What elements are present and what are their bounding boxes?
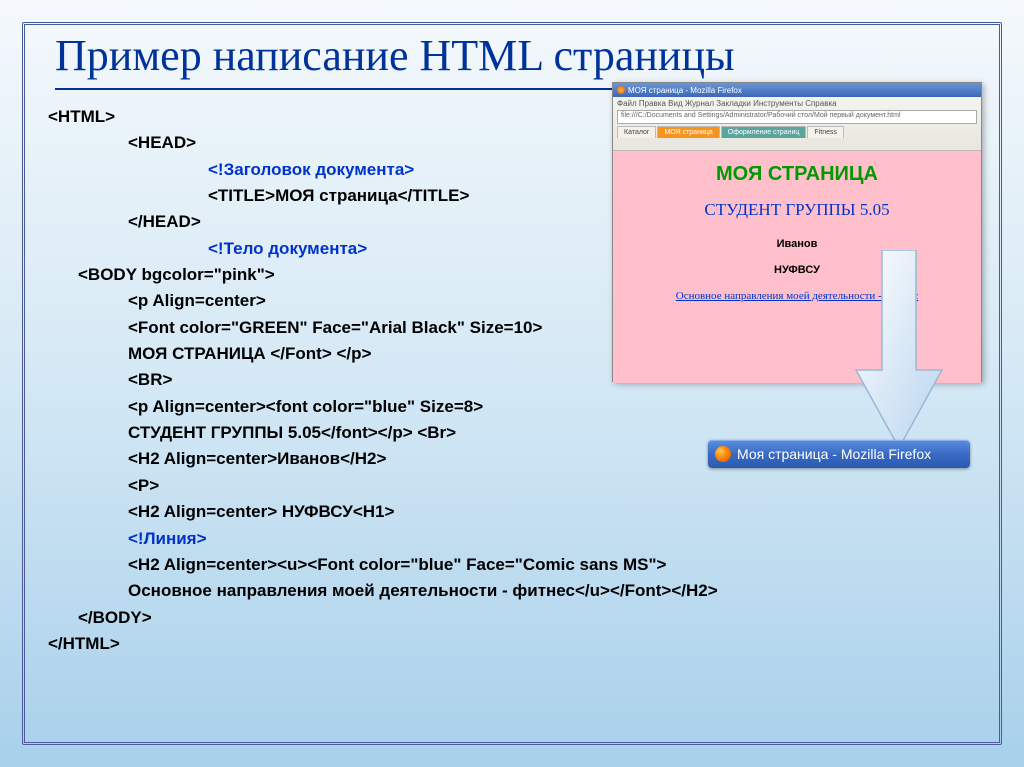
browser-chrome: МОЯ страница - Mozilla Firefox Файл Прав… bbox=[613, 83, 981, 151]
code-line: <p Align=center> bbox=[48, 288, 708, 314]
preview-heading-main: МОЯ СТРАНИЦА bbox=[613, 163, 981, 186]
browser-titlebar: МОЯ страница - Mozilla Firefox bbox=[613, 83, 981, 97]
code-line: </HEAD> bbox=[48, 209, 708, 235]
code-line: <P> bbox=[48, 473, 708, 499]
preview-text: НУФВСУ bbox=[613, 264, 981, 276]
browser-viewport: МОЯ СТРАНИЦА СТУДЕНТ ГРУППЫ 5.05 Иванов … bbox=[613, 151, 981, 383]
code-line: МОЯ СТРАНИЦА </Font> </p> bbox=[48, 341, 708, 367]
code-line: </BODY> bbox=[48, 605, 708, 631]
code-line: <Font color="GREEN" Face="Arial Black" S… bbox=[48, 315, 708, 341]
browser-menu: Файл Правка Вид Журнал Закладки Инструме… bbox=[617, 99, 977, 108]
preview-link: Основное направления моей деятельности -… bbox=[613, 290, 981, 302]
preview-heading-sub: СТУДЕНТ ГРУППЫ 5.05 bbox=[613, 200, 981, 220]
browser-address-bar: file:///C:/Documents and Settings/Admini… bbox=[617, 110, 977, 124]
code-line: <BODY bgcolor="pink"> bbox=[48, 262, 708, 288]
code-line: <H2 Align=center> НУФВСУ<H1> bbox=[48, 499, 708, 525]
code-line: <!Линия> bbox=[48, 526, 708, 552]
preview-text: Иванов bbox=[613, 238, 981, 250]
code-line: <BR> bbox=[48, 367, 708, 393]
code-line: <p Align=center><font color="blue" Size=… bbox=[48, 394, 708, 420]
code-line: СТУДЕНТ ГРУППЫ 5.05</font></p> <Br> bbox=[48, 420, 708, 446]
browser-tab: Fitness bbox=[807, 126, 844, 138]
html-code-example: <HTML> <HEAD> <!Заголовок документа> <TI… bbox=[48, 104, 708, 657]
code-line: <HEAD> bbox=[48, 130, 708, 156]
browser-tab: Оформление страниц bbox=[721, 126, 807, 138]
browser-tab: Каталог bbox=[617, 126, 656, 138]
firefox-icon bbox=[715, 446, 731, 462]
firefox-icon bbox=[617, 86, 625, 94]
browser-tab-active: МОЯ страница bbox=[657, 126, 719, 138]
code-line: </HTML> bbox=[48, 631, 708, 657]
code-line: <H2 Align=center><u><Font color="blue" F… bbox=[48, 552, 708, 578]
slide-title: Пример написание HTML страницы bbox=[55, 30, 735, 81]
code-line: <!Заголовок документа> bbox=[48, 157, 708, 183]
code-line: Основное направления моей деятельности -… bbox=[48, 578, 708, 604]
code-line: <HTML> bbox=[48, 104, 708, 130]
taskbar-button-label: Моя страница - Mozilla Firefox bbox=[737, 446, 931, 462]
code-line: <TITLE>МОЯ страница</TITLE> bbox=[48, 183, 708, 209]
code-line: <H2 Align=center>Иванов</H2> bbox=[48, 446, 708, 472]
browser-preview-window: МОЯ страница - Mozilla Firefox Файл Прав… bbox=[612, 82, 982, 382]
browser-window-title: МОЯ страница - Mozilla Firefox bbox=[628, 86, 742, 95]
taskbar-button[interactable]: Моя страница - Mozilla Firefox bbox=[708, 440, 970, 468]
browser-tabbar: Каталог МОЯ страница Оформление страниц … bbox=[617, 126, 977, 138]
code-line: <!Тело документа> bbox=[48, 236, 708, 262]
